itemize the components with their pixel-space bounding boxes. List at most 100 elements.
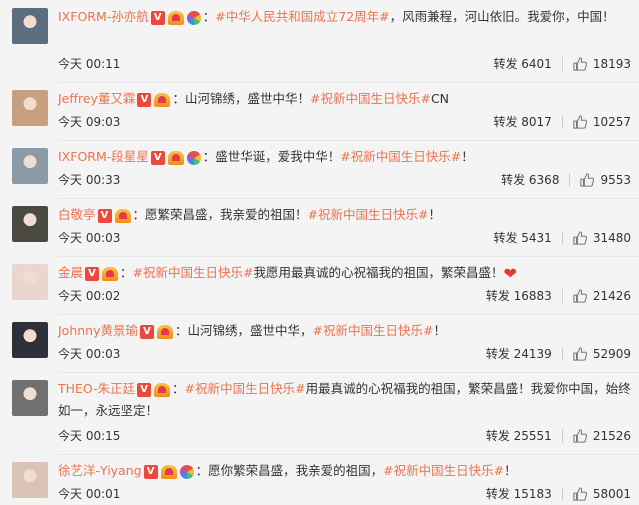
like-count: 31480	[592, 231, 631, 245]
comment-content: Jeffrey董又霖 V ：山河锦绣，盛世中华！#祝新中国生日快乐#CN	[58, 88, 631, 110]
comment-content: IXFORM-段星星 V ：盛世华诞，爱我中华！#祝新中国生日快乐#！	[58, 146, 631, 168]
repost-button[interactable]: 转发 8017	[493, 112, 551, 132]
verified-v-icon: V	[85, 266, 100, 281]
action-separator	[561, 231, 563, 245]
comment-actions: 转发 16883 21426	[486, 286, 631, 306]
divider	[58, 372, 639, 373]
repost-button[interactable]: 转发 6401	[493, 54, 551, 74]
fan-heart-icon	[167, 10, 184, 25]
avatar[interactable]	[12, 322, 48, 358]
hashtag-link[interactable]: #祝新中国生日快乐#	[383, 463, 504, 478]
thumbs-up-icon	[573, 115, 587, 129]
like-button[interactable]: 9553	[580, 170, 631, 190]
username-link[interactable]: 金晨	[58, 265, 83, 280]
fan-heart-icon	[157, 324, 173, 339]
username-link[interactable]: IXFORM-段星星	[58, 149, 149, 164]
badges: V	[137, 382, 171, 397]
hashtag-link[interactable]: #中华人民共和国成立72周年#	[215, 9, 389, 24]
username-link[interactable]: THEO-朱正廷	[58, 381, 135, 396]
username-link[interactable]: 徐艺洋-Yiyang	[58, 463, 142, 478]
comment-meta: 今天 00:33 转发 6368 9553	[58, 170, 631, 190]
comment-actions: 转发 6401 18193	[493, 54, 631, 74]
colon: ：	[172, 91, 185, 106]
action-separator	[561, 289, 563, 303]
comment-text: ！	[504, 463, 517, 478]
verified-v-icon: V	[140, 324, 154, 339]
divider	[58, 140, 639, 141]
comment-text: 山河锦绣，盛世中华，	[187, 323, 313, 338]
thumbs-up-icon	[573, 487, 587, 501]
badges: V	[140, 324, 173, 339]
comment-meta: 今天 09:03 转发 8017 10257	[58, 112, 631, 132]
verified-v-icon: V	[150, 150, 165, 165]
timestamp: 今天 00:11	[58, 57, 121, 71]
badges: V	[137, 92, 171, 107]
timestamp: 今天 09:03	[58, 115, 121, 129]
like-count: 10257	[592, 115, 631, 129]
avatar[interactable]	[12, 380, 48, 416]
like-button[interactable]: 21526	[573, 426, 631, 446]
colon: ：	[132, 207, 146, 222]
colon: ：	[120, 265, 133, 280]
repost-button[interactable]: 转发 6368	[501, 170, 559, 190]
avatar[interactable]	[12, 148, 48, 184]
avatar[interactable]	[12, 264, 48, 300]
hashtag-link[interactable]: #祝新中国生日快乐#	[308, 207, 429, 222]
colon: ：	[172, 381, 185, 396]
action-separator	[569, 173, 571, 187]
like-button[interactable]: 52909	[573, 344, 631, 364]
like-count: 21426	[592, 289, 631, 303]
comment-text: ，风雨兼程，河山依旧。我爱你，中	[389, 9, 590, 24]
repost-button[interactable]: 转发 25551	[486, 426, 552, 446]
hashtag-link[interactable]: #祝新中国生日快乐#	[313, 323, 434, 338]
divider	[58, 454, 639, 455]
avatar[interactable]	[12, 90, 48, 126]
username-link[interactable]: IXFORM-孙亦航	[58, 9, 149, 24]
thumbs-up-icon	[573, 231, 587, 245]
badges: V	[143, 464, 194, 479]
username-link[interactable]: 白敬亭	[58, 207, 96, 222]
timestamp: 今天 00:15	[58, 429, 121, 443]
comment-text: 我愿用最真诚的心祝福我的祖国，繁荣昌盛！	[253, 265, 504, 280]
fan-heart-icon	[102, 266, 119, 281]
colon: ：	[202, 9, 216, 24]
badges: V	[150, 10, 201, 25]
like-button[interactable]: 21426	[573, 286, 631, 306]
avatar[interactable]	[12, 462, 48, 498]
rainbow-icon	[186, 150, 201, 165]
comment-meta: 今天 00:01 转发 15183 58001	[58, 484, 631, 504]
divider	[58, 314, 639, 315]
comment-text: 愿繁荣昌盛，我亲爱的祖国！	[145, 207, 308, 222]
comment-actions: 转发 25551 21526	[486, 426, 631, 446]
action-separator	[561, 487, 563, 501]
like-button[interactable]: 10257	[573, 112, 631, 132]
repost-button[interactable]: 转发 24139	[486, 344, 552, 364]
username-link[interactable]: Jeffrey董又霖	[58, 91, 135, 106]
timestamp: 今天 00:02	[58, 289, 121, 303]
repost-button[interactable]: 转发 16883	[486, 286, 552, 306]
avatar[interactable]	[12, 206, 48, 242]
comment-meta: 今天 00:03 转发 24139 52909	[58, 344, 631, 364]
comment-meta: 今天 00:03 转发 5431 31480	[58, 228, 631, 248]
hashtag-link[interactable]: #祝新中国生日快乐#	[185, 381, 306, 396]
thumbs-up-icon	[573, 289, 587, 303]
like-button[interactable]: 31480	[573, 228, 631, 248]
rainbow-icon	[186, 10, 201, 25]
like-count: 18193	[592, 57, 631, 71]
thumbs-up-icon	[573, 57, 587, 71]
like-count: 21526	[592, 429, 631, 443]
comment-text: 愿你繁荣昌盛，我亲爱的祖国，	[208, 463, 384, 478]
hashtag-link[interactable]: #祝新中国生日快乐#	[133, 265, 254, 280]
repost-button[interactable]: 转发 15183	[486, 484, 552, 504]
like-button[interactable]: 58001	[573, 484, 631, 504]
heart-emoji-icon: ❤	[503, 264, 517, 283]
repost-button[interactable]: 转发 5431	[493, 228, 551, 248]
avatar[interactable]	[12, 8, 48, 44]
hashtag-link[interactable]: #祝新中国生日快乐#	[310, 91, 431, 106]
hashtag-link[interactable]: #祝新中国生日快乐#	[340, 149, 461, 164]
username-link[interactable]: Johnny黄景瑜	[58, 323, 138, 338]
action-separator	[561, 347, 563, 361]
like-count: 52909	[592, 347, 631, 361]
like-button[interactable]: 18193	[573, 54, 631, 74]
badges: V	[97, 208, 131, 223]
